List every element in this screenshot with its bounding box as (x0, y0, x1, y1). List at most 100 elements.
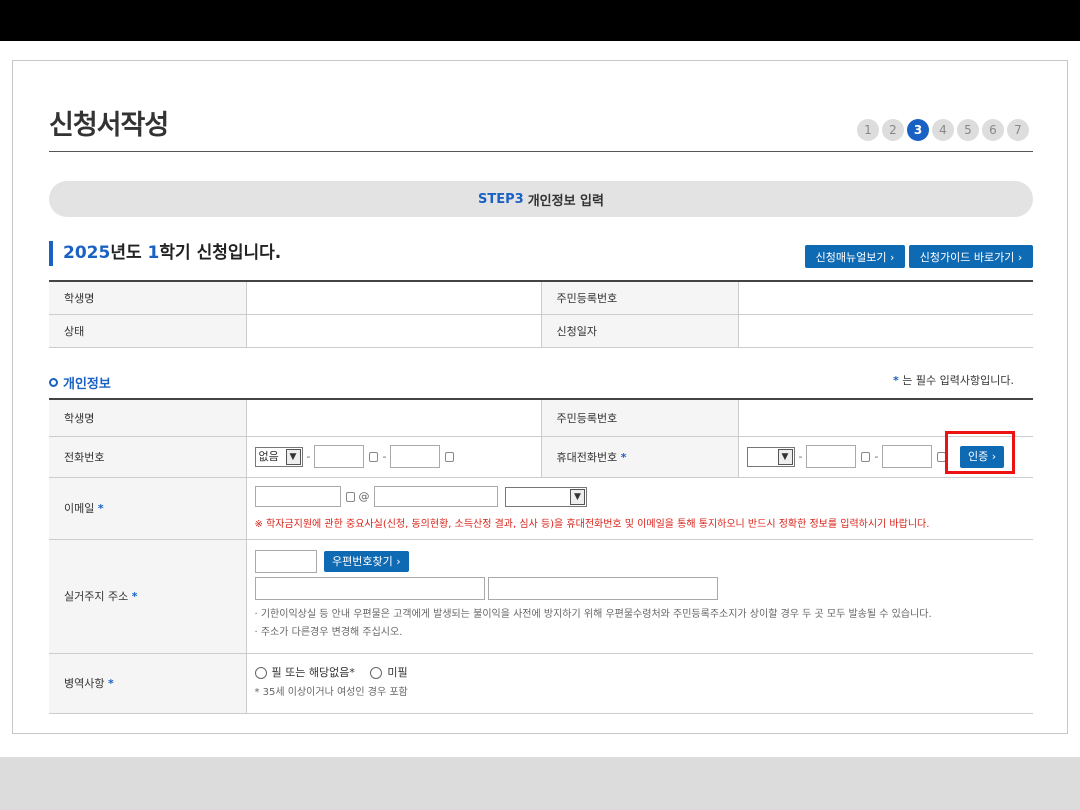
student-name-value (245, 281, 541, 315)
student-name-label: 학생명 (49, 281, 246, 315)
military-label: 병역사항 * (49, 653, 247, 714)
phone-fields: 없음 ▼ - - (246, 436, 541, 478)
applicant-info-table: 학생명 주민등록번호 상태 신청일자 (49, 280, 1033, 348)
phone-label: 전화번호 (49, 436, 247, 478)
personal-info-form: 학생명 주민등록번호 전화번호 없음 ▼ - - 휴대전화번호 * ▼ - - 인증 › … (49, 398, 1033, 714)
application-panel: 신청서작성 1 2 3 4 5 6 7 STEP3 개인정보 입력 2025년도… (12, 60, 1068, 734)
required-star: * (97, 502, 104, 515)
semester-term-suffix: 학기 신청입니다. (159, 243, 282, 263)
email-label: 이메일 * (49, 477, 247, 540)
dash: - (382, 450, 387, 463)
apply-date-label: 신청일자 (540, 314, 738, 348)
dash: - (874, 450, 879, 463)
title-divider (49, 151, 1033, 152)
military-opt1-label: 필 또는 해당없음* (271, 666, 355, 679)
status-label: 상태 (49, 314, 246, 348)
step-4: 4 (932, 119, 954, 141)
required-note: * 는 필수 입력사항입니다. (893, 372, 1014, 388)
address-note-2: · 주소가 다른경우 변경해 주십시오. (254, 627, 403, 638)
apply-date-value (737, 314, 1033, 348)
address-note-1: · 기한이익상실 등 안내 우편물은 고객에게 발생되는 불이익을 사전에 방지… (254, 609, 932, 620)
step-6: 6 (982, 119, 1004, 141)
semester-year: 2025 (63, 243, 111, 263)
mobile-label: 휴대전화번호 * (540, 436, 739, 478)
email-domain-select[interactable]: ▼ (505, 486, 587, 507)
lock-icon (861, 451, 871, 462)
table-row: 전화번호 없음 ▼ - - 휴대전화번호 * ▼ - - 인증 › (49, 436, 1033, 478)
step-banner-label: 개인정보 입력 (527, 193, 604, 209)
address-main-input[interactable] (254, 577, 485, 600)
email-domain-input[interactable] (373, 486, 498, 507)
table-row: 상태 신청일자 (49, 314, 1033, 348)
phone-last-input[interactable] (390, 445, 441, 468)
step-2: 2 (882, 119, 904, 141)
zip-row: 우편번호찾기 › (254, 550, 1026, 573)
military-opt2-radio[interactable] (370, 667, 383, 679)
form-student-name-label: 학생명 (49, 399, 247, 437)
table-row: 병역사항 * 필 또는 해당없음* 미필 * 35세 이상이거나 여성인 경우 … (49, 653, 1033, 714)
military-options: 필 또는 해당없음* 미필 (254, 664, 1026, 680)
step-1: 1 (857, 119, 879, 141)
email-label-text: 이메일 (64, 502, 95, 515)
table-row: 이메일 * @ ▼ ※ 학자금지원에 관한 중요사실(신청, 동의현황, 소득산… (49, 477, 1033, 540)
table-row: 실거주지 주소 * 우편번호찾기 › · 기한이익상실 등 안내 우편물은 고객… (49, 539, 1033, 654)
resident-no-label: 주민등록번호 (540, 281, 738, 315)
military-opt1-radio[interactable] (254, 667, 267, 679)
lock-icon (345, 491, 355, 502)
step-indicator: 1 2 3 4 5 6 7 (857, 119, 1029, 141)
military-label-text: 병역사항 (64, 677, 105, 690)
phone-prefix-value: 없음 (258, 449, 279, 463)
step-banner-step: STEP3 (478, 191, 524, 207)
mobile-label-text: 휴대전화번호 (556, 450, 618, 464)
zip-input[interactable] (254, 550, 317, 573)
top-black-bar (0, 0, 1080, 41)
circle-bullet-icon (49, 378, 58, 387)
phone-middle-input[interactable] (314, 445, 365, 468)
dash: - (306, 450, 311, 463)
highlight-box (945, 431, 1015, 474)
email-id-input[interactable] (254, 486, 341, 507)
lock-icon (369, 451, 379, 462)
zip-search-button[interactable]: 우편번호찾기 › (324, 551, 409, 572)
address-fields: 우편번호찾기 › · 기한이익상실 등 안내 우편물은 고객에게 발생되는 불이… (246, 539, 1033, 654)
required-star: * (131, 590, 138, 603)
address-detail-input[interactable] (488, 577, 718, 600)
step-3-active: 3 (907, 119, 929, 141)
step-5: 5 (957, 119, 979, 141)
step-7: 7 (1007, 119, 1029, 141)
step-banner: STEP3 개인정보 입력 (49, 181, 1033, 217)
email-warning: ※ 학자금지원에 관한 중요사실(신청, 동의현황, 소득산정 결과, 심사 등… (254, 519, 930, 530)
page-title: 신청서작성 (49, 110, 169, 141)
bottom-gray-bar (0, 757, 1080, 810)
status-value (245, 314, 541, 348)
required-star: * (620, 450, 627, 464)
semester-heading: 2025년도 1학기 신청입니다. (49, 241, 281, 266)
required-star: * (107, 677, 114, 690)
email-at: @ (358, 490, 370, 503)
semester-year-suffix: 년도 (110, 243, 148, 263)
mobile-prefix-select[interactable]: ▼ (746, 446, 795, 467)
military-note: * 35세 이상이거나 여성인 경우 포함 (254, 687, 408, 698)
mobile-last-input[interactable] (882, 445, 933, 468)
email-fields: @ ▼ ※ 학자금지원에 관한 중요사실(신청, 동의현황, 소득산정 결과, … (246, 477, 1033, 540)
email-input-row: @ ▼ (254, 486, 1026, 507)
form-student-name-value (246, 399, 541, 437)
table-row: 학생명 주민등록번호 (49, 399, 1033, 437)
required-note-text: 는 필수 입력사항입니다. (898, 374, 1014, 387)
table-row: 학생명 주민등록번호 (49, 281, 1033, 315)
guide-button[interactable]: 신청가이드 바로가기 › (909, 245, 1033, 268)
mobile-middle-input[interactable] (806, 445, 857, 468)
phone-prefix-select[interactable]: 없음 ▼ (254, 446, 303, 467)
resident-no-value (737, 281, 1033, 315)
personal-info-title-text: 개인정보 (63, 377, 111, 392)
form-resident-no-label: 주민등록번호 (540, 399, 739, 437)
manual-button[interactable]: 신청매뉴얼보기 › (805, 245, 905, 268)
chevron-down-icon: ▼ (570, 488, 585, 505)
military-opt2-label: 미필 (387, 666, 408, 679)
address-row (254, 577, 1026, 600)
military-fields: 필 또는 해당없음* 미필 * 35세 이상이거나 여성인 경우 포함 (246, 653, 1033, 714)
dash: - (798, 450, 803, 463)
personal-info-title: 개인정보 (49, 373, 111, 392)
chevron-down-icon: ▼ (777, 448, 793, 465)
address-label: 실거주지 주소 * (49, 539, 247, 654)
